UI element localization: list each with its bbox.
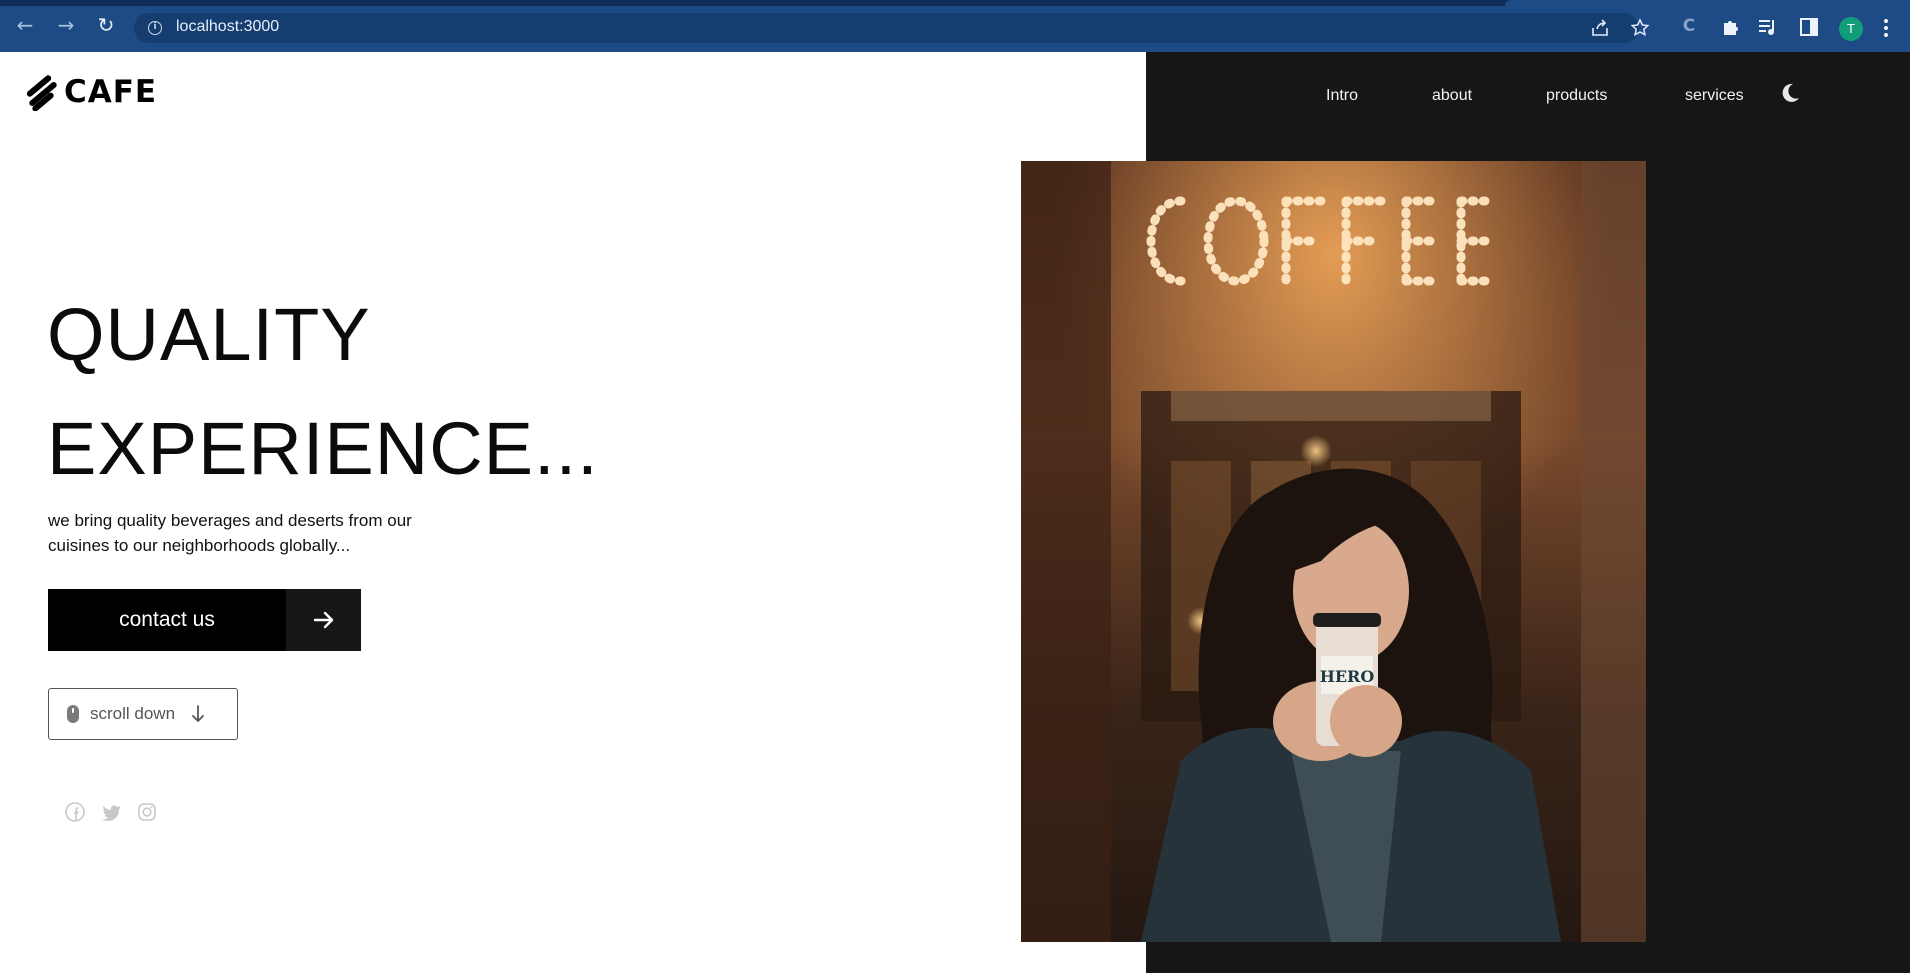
profile-avatar[interactable]: T xyxy=(1839,17,1863,41)
browser-toolbar: ← → ↻ i localhost:3000 C T xyxy=(0,0,1910,52)
site-logo[interactable]: CAFE xyxy=(22,73,157,111)
forward-icon[interactable]: → xyxy=(55,14,77,36)
contact-us-label[interactable]: contact us xyxy=(48,589,286,651)
reload-icon[interactable]: ↻ xyxy=(95,14,117,36)
arrow-down-icon xyxy=(192,705,204,722)
hero-description: we bring quality beverages and deserts f… xyxy=(48,511,412,555)
nav-link-products[interactable]: products xyxy=(1546,87,1607,105)
side-panel-icon[interactable] xyxy=(1800,18,1818,36)
arrow-right-icon[interactable] xyxy=(286,589,361,651)
logo-text: CAFE xyxy=(64,74,158,110)
hero-title-line-1: QUALITY xyxy=(47,293,371,376)
hero-title-line-2: EXPERIENCE... xyxy=(47,407,599,490)
scroll-down-label[interactable]: scroll down xyxy=(90,704,175,724)
scroll-down-button[interactable]: scroll down xyxy=(48,688,238,740)
media-controls-icon[interactable] xyxy=(1758,18,1778,36)
extensions-puzzle-icon[interactable] xyxy=(1721,17,1741,37)
page: CAFE Intro about products services HERO … xyxy=(0,52,1910,973)
logo-mark-icon xyxy=(26,75,57,111)
tab-strip xyxy=(0,0,1910,6)
back-icon[interactable]: ← xyxy=(14,14,36,36)
facebook-icon[interactable] xyxy=(65,802,85,822)
address-bar[interactable]: i localhost:3000 xyxy=(134,13,1650,43)
moon-icon[interactable] xyxy=(1779,82,1801,104)
hero-image: HERO xyxy=(1021,161,1646,942)
twitter-icon[interactable] xyxy=(101,802,121,822)
bookmark-star-icon[interactable] xyxy=(1630,18,1650,38)
extension-c-icon[interactable]: C xyxy=(1679,16,1699,36)
contact-us-button[interactable]: contact us xyxy=(48,589,361,651)
share-icon[interactable] xyxy=(1591,19,1609,37)
instagram-icon[interactable] xyxy=(137,802,157,822)
hero-image-illustration: HERO xyxy=(1021,161,1646,942)
nav-link-services[interactable]: services xyxy=(1685,87,1744,105)
mouse-icon xyxy=(67,705,79,723)
cup-brand-text: HERO xyxy=(1320,667,1375,686)
address-url[interactable]: localhost:3000 xyxy=(176,18,279,36)
nav-link-about[interactable]: about xyxy=(1432,87,1472,105)
site-info-icon[interactable]: i xyxy=(148,21,162,35)
menu-kebab-icon[interactable] xyxy=(1883,18,1889,38)
nav-link-intro[interactable]: Intro xyxy=(1326,87,1358,105)
